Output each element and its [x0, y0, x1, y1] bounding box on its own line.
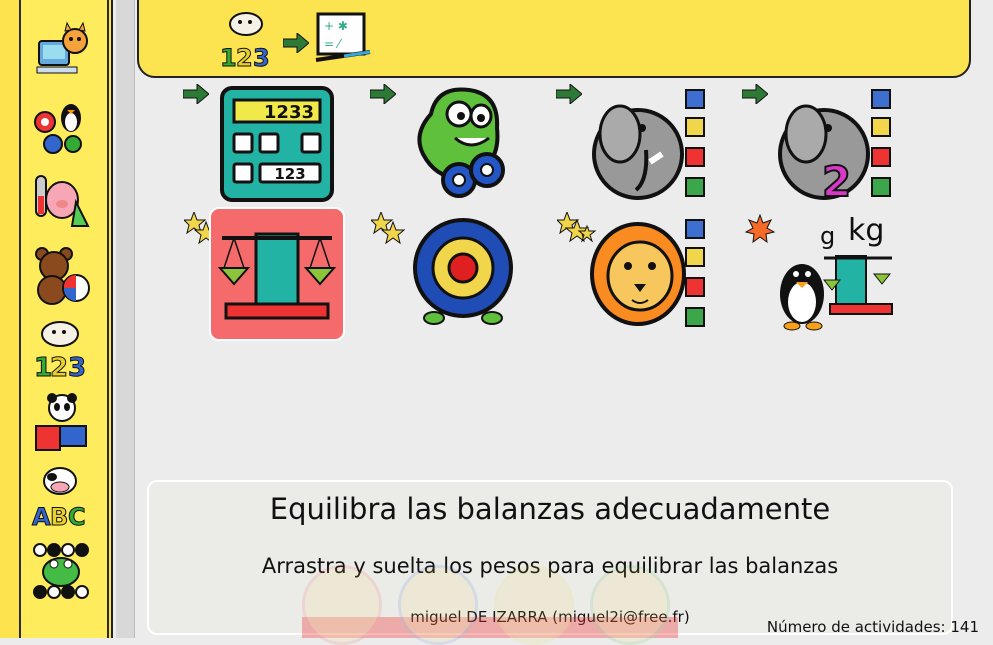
tux-gears-icon: [34, 104, 82, 154]
svg-text:1: 1: [220, 44, 237, 70]
arrow-icon: [555, 82, 583, 108]
sheep-123-icon: 1 2 3: [34, 321, 87, 380]
pig-chemistry-icon: [35, 175, 90, 227]
bear-ball-icon: [35, 247, 90, 305]
svg-text:2: 2: [50, 353, 68, 380]
frog-board-icon: [33, 543, 89, 599]
panel-edge: [116, 0, 135, 638]
activity-balance-scale[interactable]: [209, 207, 345, 341]
weight-unit-kg-text: kg: [848, 213, 884, 248]
breadcrumb-math[interactable]: + ✱ = ⁄: [314, 10, 374, 66]
computer-cat-icon: [36, 21, 88, 74]
difficulty-sun-icon: [744, 213, 776, 248]
activity-penguin-weights[interactable]: g kg: [774, 212, 896, 334]
balance-scale-icon: [218, 232, 336, 320]
arrow-icon: [182, 82, 210, 108]
activity-info-panel: Equilibra las balanzas adecuadamente Arr…: [147, 480, 953, 635]
sheep-123-icon: 1 2 3: [220, 12, 270, 73]
sidebar-item-computer[interactable]: [28, 18, 94, 80]
green-monster-icon: [417, 87, 505, 198]
svg-text:C: C: [68, 503, 86, 529]
difficulty-two-stars-icon: [369, 210, 407, 250]
calculator-keys-text: 123: [274, 165, 305, 183]
math-board-icon: + ✱ = ⁄: [315, 12, 371, 62]
activity-lion[interactable]: [590, 214, 708, 332]
arrow-icon: [369, 82, 397, 108]
cow-abc-icon: A B C: [32, 467, 86, 529]
svg-text:+ ✱: + ✱: [324, 19, 348, 33]
sidebar-item-chemistry[interactable]: [28, 170, 94, 232]
svg-text:3: 3: [253, 44, 270, 70]
activity-description: Arrastra y suelta los pesos para equilib…: [261, 554, 839, 578]
activity-elephant[interactable]: [590, 84, 708, 202]
elephant-digit-text: 2: [822, 157, 851, 202]
panda-puzzle-icon: [35, 393, 87, 451]
svg-text:A: A: [32, 503, 51, 529]
activity-calculator[interactable]: 1233 123: [218, 84, 336, 202]
penguin-weights-icon: g kg: [780, 213, 893, 331]
lion-operations-icon: [590, 219, 705, 327]
activity-elephant-two[interactable]: 2: [776, 84, 894, 202]
sidebar-item-bear[interactable]: [28, 244, 94, 306]
activity-count: Número de actividades: 141: [766, 618, 979, 636]
sidebar-item-numbers[interactable]: 1 2 3: [28, 318, 94, 380]
activity-target[interactable]: [404, 214, 522, 332]
svg-text:B: B: [50, 503, 68, 529]
activity-monster[interactable]: [404, 84, 522, 202]
svg-text:3: 3: [68, 353, 86, 380]
calculator-display-text: 1233: [264, 102, 314, 123]
breadcrumb-numbers[interactable]: 1 2 3: [218, 8, 276, 73]
breadcrumb-arrow-icon: [282, 31, 310, 57]
elephant-two-icon: 2: [778, 89, 891, 202]
sidebar-item-gears[interactable]: [28, 96, 94, 158]
sidebar-item-puzzle[interactable]: [28, 392, 94, 454]
elephant-operations-icon: [592, 89, 705, 200]
activity-title: Equilibra las balanzas adecuadamente: [269, 492, 831, 526]
svg-text:2: 2: [236, 44, 253, 70]
sidebar-item-letters[interactable]: A B C: [28, 466, 94, 529]
target-icon: [413, 218, 513, 325]
sidebar-item-board[interactable]: [28, 540, 94, 602]
calculator-icon: 1233 123: [220, 86, 334, 202]
weight-unit-g-text: g: [820, 222, 835, 250]
arrow-icon: [741, 82, 769, 108]
